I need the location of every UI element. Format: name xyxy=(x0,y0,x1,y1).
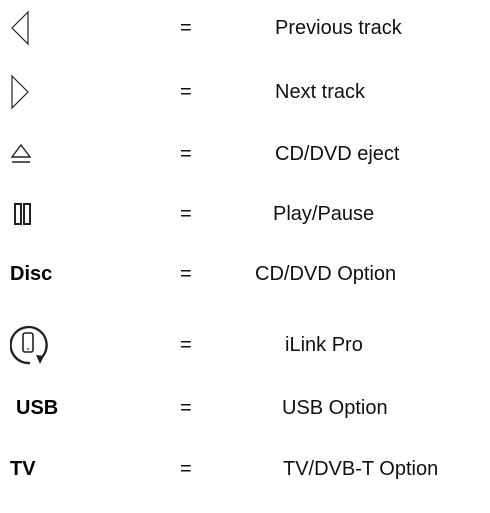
disc-symbol-text: Disc xyxy=(10,262,53,285)
legend-row-ilink: = iLink Pro xyxy=(0,320,490,370)
legend-row-disc: Disc = CD/DVD Option xyxy=(0,254,490,294)
legend-description: iLink Pro xyxy=(285,334,363,356)
tv-symbol-text: TV xyxy=(10,457,36,480)
legend-description: CD/DVD eject xyxy=(275,143,400,165)
equals-sign: = xyxy=(180,397,192,419)
button-legend: = Previous track = Next track = CD/DVD e… xyxy=(0,0,490,513)
equals-sign: = xyxy=(180,17,192,39)
equals-sign: = xyxy=(180,203,192,225)
legend-row-next-track: = Next track xyxy=(0,72,490,112)
equals-sign: = xyxy=(180,81,192,103)
legend-description: Play/Pause xyxy=(273,203,375,225)
next-track-icon xyxy=(10,72,30,112)
legend-description: CD/DVD Option xyxy=(255,263,397,285)
usb-symbol-text: USB xyxy=(16,396,59,419)
legend-description: Previous track xyxy=(275,17,402,39)
legend-row-tv: TV = TV/DVB-T Option xyxy=(0,449,490,489)
play-pause-icon xyxy=(10,194,36,234)
legend-description: USB Option xyxy=(282,397,388,419)
legend-description: Next track xyxy=(275,81,366,103)
equals-sign: = xyxy=(180,334,192,356)
phone-link-icon xyxy=(10,320,48,370)
legend-description: TV/DVB-T Option xyxy=(283,458,439,480)
legend-row-usb: USB = USB Option xyxy=(0,388,490,428)
eject-icon xyxy=(10,134,32,174)
tv-label: TV xyxy=(10,449,36,489)
equals-sign: = xyxy=(180,143,192,165)
legend-row-play-pause: = Play/Pause xyxy=(0,194,490,234)
legend-row-eject: = CD/DVD eject xyxy=(0,134,490,174)
disc-label: Disc xyxy=(10,254,52,294)
equals-sign: = xyxy=(180,263,192,285)
previous-track-icon xyxy=(10,8,30,48)
usb-label: USB xyxy=(16,388,58,428)
equals-sign: = xyxy=(180,458,192,480)
legend-row-previous-track: = Previous track xyxy=(0,8,490,48)
